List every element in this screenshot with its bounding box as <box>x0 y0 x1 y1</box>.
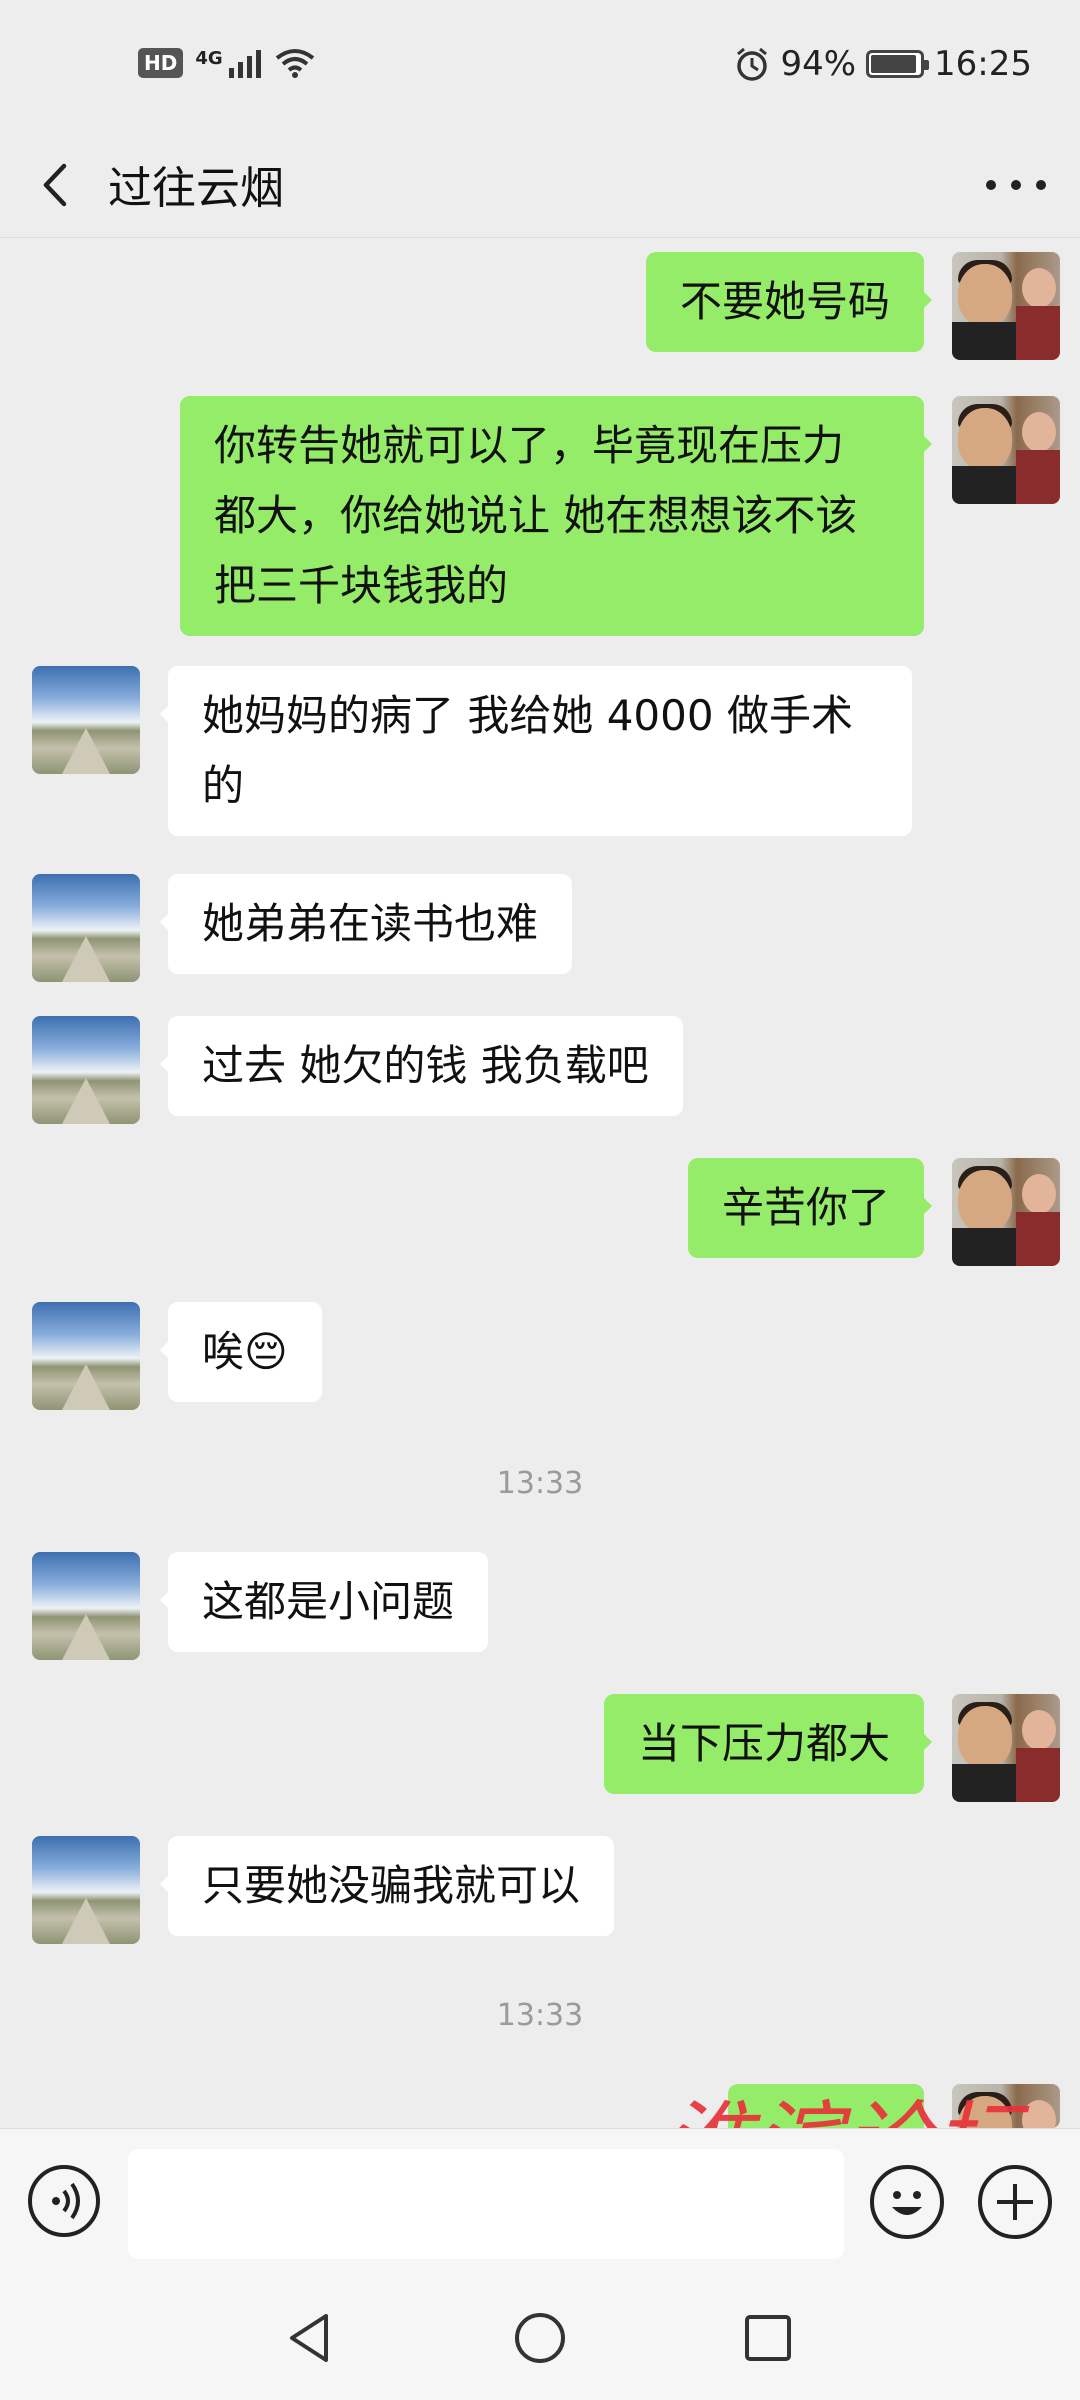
emoji-icon[interactable] <box>870 2165 944 2239</box>
signal-icon <box>228 50 261 78</box>
wifi-icon <box>275 49 314 78</box>
message-bubble-received[interactable]: 过去 她欠的钱 我负载吧 <box>160 1016 683 1116</box>
message-bubble-sent[interactable]: 你转告她就可以了，毕竟现在压力 都大，你给她说让 她在想想该不该 把三千块钱我的 <box>180 396 932 636</box>
message-text-line: 的 <box>202 761 245 810</box>
message-text-line: 都大，你给她说让 她在想想该不该 <box>214 491 858 540</box>
message-text: 这都是小问题 <box>202 1577 455 1626</box>
message-row: 这都是小问题 <box>32 1552 489 1660</box>
battery-percent: 94% <box>780 44 857 84</box>
battery-icon <box>866 50 930 78</box>
alarm-icon <box>737 47 768 81</box>
message-text-line: 她妈妈的病了 我给她 4000 做手术 <box>202 691 853 740</box>
timestamp: 13:33 <box>496 1998 584 2033</box>
my-avatar[interactable] <box>952 396 1060 504</box>
system-navigation-bar <box>0 2272 1080 2400</box>
my-avatar[interactable] <box>952 252 1060 360</box>
status-bar: HD 4G 94% 16:25 <box>0 0 1080 132</box>
hd-badge: HD <box>138 48 184 78</box>
message-row: 不要她号码 <box>645 252 1060 360</box>
message-bubble-sent[interactable]: 当下压力都大 <box>603 1694 933 1794</box>
message-row: 她妈妈的病了 我给她 4000 做手术 的 <box>32 666 912 836</box>
message-bubble-received[interactable]: 唉😔 <box>160 1302 322 1402</box>
message-bubble-received[interactable]: 只要她没骗我就可以 <box>159 1836 615 1936</box>
clock: 16:25 <box>934 44 1032 84</box>
back-arrow-icon[interactable] <box>30 150 90 220</box>
nav-recents-icon[interactable] <box>738 2308 798 2368</box>
message-bubble-sent[interactable]: 不要她号码 <box>645 252 933 352</box>
message-row: 当下压力都大 <box>603 1694 1060 1802</box>
chat-header: 过往云烟 <box>0 132 1080 238</box>
input-bar <box>0 2128 1080 2272</box>
contact-avatar[interactable] <box>32 1302 140 1410</box>
network-type: 4G <box>195 48 223 69</box>
message-text: 过去 她欠的钱 我负载吧 <box>202 1041 649 1090</box>
my-avatar[interactable] <box>952 1158 1060 1266</box>
message-row: 过去 她欠的钱 我负载吧 <box>32 1016 683 1124</box>
message-text: 只要她没骗我就可以 <box>202 1861 581 1910</box>
message-row: 她弟弟在读书也难 <box>32 874 573 982</box>
nav-back-icon[interactable] <box>280 2308 340 2368</box>
plus-icon[interactable] <box>978 2165 1052 2239</box>
message-bubble-sent[interactable]: 辛苦你了 <box>687 1158 933 1258</box>
contact-avatar[interactable] <box>32 1552 140 1660</box>
message-row: 辛苦你了 <box>687 1158 1060 1266</box>
message-text-line: 把三千块钱我的 <box>214 561 509 610</box>
contact-avatar[interactable] <box>32 874 140 982</box>
message-text: 辛苦你了 <box>721 1183 890 1232</box>
message-bubble-received[interactable]: 这都是小问题 <box>159 1552 489 1652</box>
message-text: 唉😔 <box>202 1327 288 1376</box>
voice-input-icon[interactable] <box>28 2165 100 2237</box>
message-list[interactable]: 不要她号码 你转告她就可以了，毕竟现在压力 都大，你给她说让 她在想想该不该 把… <box>0 238 1080 2128</box>
chat-title[interactable]: 过往云烟 <box>108 152 284 216</box>
message-text: 不要她号码 <box>679 277 890 326</box>
contact-avatar[interactable] <box>32 1836 140 1944</box>
battery-fill <box>871 55 917 73</box>
contact-avatar[interactable] <box>32 1016 140 1124</box>
contact-avatar[interactable] <box>32 666 140 774</box>
message-row: 只要她没骗我就可以 <box>32 1836 615 1944</box>
message-row: 唉😔 <box>32 1302 322 1410</box>
status-left: HD 4G <box>138 48 315 78</box>
message-text: 当下压力都大 <box>637 1719 890 1768</box>
message-input[interactable] <box>128 2149 844 2259</box>
message-bubble-received[interactable]: 她弟弟在读书也难 <box>159 874 573 974</box>
message-row: 你转告她就可以了，毕竟现在压力 都大，你给她说让 她在想想该不该 把三千块钱我的 <box>180 396 1060 636</box>
my-avatar[interactable] <box>952 1694 1060 1802</box>
timestamp: 13:33 <box>496 1466 584 1501</box>
more-options-icon[interactable] <box>986 160 1046 210</box>
nav-home-icon[interactable] <box>510 2308 570 2368</box>
status-right: 94% 16:25 <box>734 44 1032 84</box>
message-text: 她弟弟在读书也难 <box>202 899 539 948</box>
message-text-line: 你转告她就可以了，毕竟现在压力 <box>214 421 845 470</box>
message-bubble-received[interactable]: 她妈妈的病了 我给她 4000 做手术 的 <box>160 666 912 836</box>
